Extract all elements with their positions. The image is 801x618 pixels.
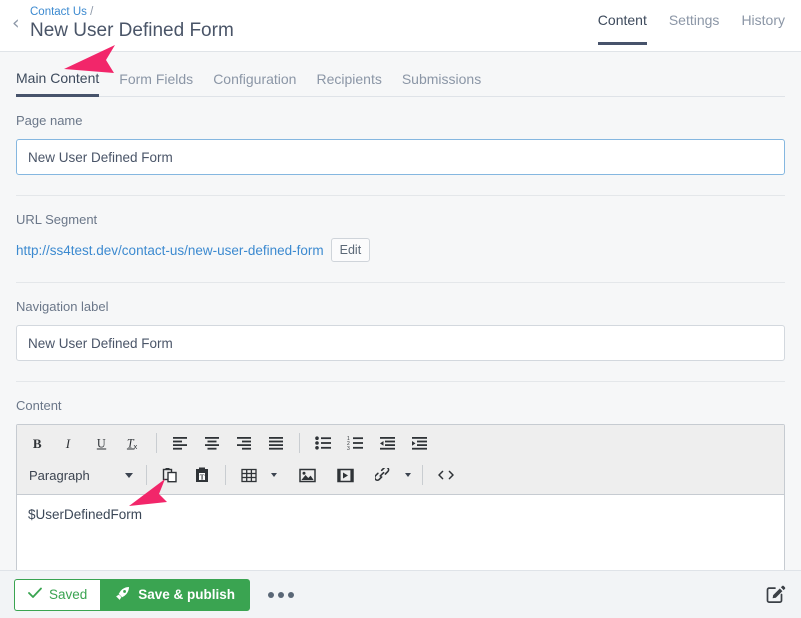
subtab-submissions[interactable]: Submissions bbox=[402, 71, 481, 97]
underline-icon[interactable]: U bbox=[85, 429, 117, 457]
align-left-icon[interactable] bbox=[164, 429, 196, 457]
toolbar-separator bbox=[156, 433, 157, 453]
align-center-icon[interactable] bbox=[196, 429, 228, 457]
sub-tabs: Main Content Form Fields Configuration R… bbox=[0, 52, 801, 97]
dot bbox=[288, 592, 294, 598]
outdent-icon[interactable] bbox=[371, 429, 403, 457]
editor-toolbar: B I U T x bbox=[17, 425, 784, 495]
subtab-main-content[interactable]: Main Content bbox=[16, 70, 99, 97]
check-icon bbox=[28, 587, 42, 602]
bottom-action-bar: Saved Save & publish bbox=[0, 570, 801, 618]
content-label: Content bbox=[16, 398, 785, 414]
save-and-publish-label: Save & publish bbox=[138, 587, 235, 602]
subtab-recipients[interactable]: Recipients bbox=[316, 71, 381, 97]
url-segment-row: http://ss4test.dev/contact-us/new-user-d… bbox=[16, 238, 785, 262]
dot bbox=[268, 592, 274, 598]
svg-text:T: T bbox=[200, 473, 205, 481]
subtab-configuration[interactable]: Configuration bbox=[213, 71, 296, 97]
breadcrumb-parent-link[interactable]: Contact Us bbox=[30, 6, 87, 18]
page-title: New User Defined Form bbox=[30, 20, 234, 42]
insert-media-icon[interactable] bbox=[329, 461, 361, 489]
more-actions-button[interactable] bbox=[268, 592, 294, 598]
page-header: ‹ Contact Us / New User Defined Form Con… bbox=[0, 0, 801, 52]
toolbar-separator bbox=[299, 433, 300, 453]
field-url-segment: URL Segment http://ss4test.dev/contact-u… bbox=[16, 196, 785, 283]
svg-text:U: U bbox=[96, 436, 105, 450]
format-select-value: Paragraph bbox=[29, 468, 90, 483]
edit-square-icon bbox=[765, 582, 787, 607]
paste-as-text-icon[interactable]: T bbox=[186, 461, 218, 489]
field-content: Content B I U T bbox=[16, 382, 785, 574]
indent-icon[interactable] bbox=[403, 429, 435, 457]
remove-format-icon[interactable]: T x bbox=[117, 429, 149, 457]
saved-button[interactable]: Saved bbox=[14, 579, 100, 611]
chevron-left-icon[interactable]: ‹ bbox=[0, 0, 30, 33]
preview-toggle-button[interactable] bbox=[765, 582, 787, 607]
url-segment-label: URL Segment bbox=[16, 212, 785, 228]
insert-link-icon[interactable] bbox=[367, 461, 399, 489]
italic-icon[interactable]: I bbox=[53, 429, 85, 457]
table-button[interactable] bbox=[233, 461, 281, 489]
page-name-label: Page name bbox=[16, 113, 785, 129]
align-justify-icon[interactable] bbox=[260, 429, 292, 457]
svg-text:3: 3 bbox=[347, 446, 350, 450]
svg-text:x: x bbox=[133, 442, 137, 451]
toolbar-separator bbox=[422, 465, 423, 485]
bold-icon[interactable]: B bbox=[21, 429, 53, 457]
page-name-input[interactable] bbox=[16, 139, 785, 175]
insert-image-icon[interactable] bbox=[291, 461, 323, 489]
bullet-list-icon[interactable] bbox=[307, 429, 339, 457]
header-title-block: Contact Us / New User Defined Form bbox=[30, 0, 234, 42]
svg-text:I: I bbox=[64, 436, 70, 451]
field-page-name: Page name bbox=[16, 97, 785, 196]
format-select[interactable]: Paragraph bbox=[21, 462, 139, 488]
breadcrumb: Contact Us / bbox=[30, 5, 234, 19]
navigation-label-label: Navigation label bbox=[16, 299, 785, 315]
editor-toolbar-row-1: B I U T x bbox=[21, 427, 780, 459]
url-edit-button[interactable]: Edit bbox=[331, 238, 371, 262]
editor-content-area[interactable]: $UserDefinedForm bbox=[17, 495, 784, 573]
field-navigation-label: Navigation label bbox=[16, 283, 785, 382]
chevron-down-icon bbox=[271, 473, 277, 477]
source-code-icon[interactable] bbox=[430, 461, 462, 489]
form-area: Page name URL Segment http://ss4test.dev… bbox=[0, 97, 801, 574]
url-segment-link[interactable]: http://ss4test.dev/contact-us/new-user-d… bbox=[16, 243, 324, 258]
tab-history[interactable]: History bbox=[741, 12, 785, 42]
align-right-icon[interactable] bbox=[228, 429, 260, 457]
navigation-label-input[interactable] bbox=[16, 325, 785, 361]
dot bbox=[278, 592, 284, 598]
table-icon[interactable] bbox=[233, 461, 265, 489]
toolbar-separator bbox=[146, 465, 147, 485]
svg-text:B: B bbox=[32, 436, 41, 451]
save-and-publish-button[interactable]: Save & publish bbox=[100, 579, 250, 611]
paste-icon[interactable] bbox=[154, 461, 186, 489]
tab-settings[interactable]: Settings bbox=[669, 12, 720, 42]
insert-link-button[interactable] bbox=[367, 461, 415, 489]
chevron-down-icon bbox=[125, 473, 133, 478]
header-tabs: Content Settings History bbox=[598, 12, 785, 45]
toolbar-separator bbox=[225, 465, 226, 485]
subtab-form-fields[interactable]: Form Fields bbox=[119, 71, 193, 97]
chevron-down-icon bbox=[405, 473, 411, 477]
rocket-icon bbox=[115, 586, 130, 604]
numbered-list-icon[interactable]: 1 2 3 bbox=[339, 429, 371, 457]
rich-text-editor: B I U T x bbox=[16, 424, 785, 574]
editor-content-text: $UserDefinedForm bbox=[28, 507, 142, 522]
editor-toolbar-row-2: Paragraph bbox=[21, 459, 780, 491]
save-button-group: Saved Save & publish bbox=[14, 579, 250, 611]
saved-button-label: Saved bbox=[49, 587, 87, 602]
breadcrumb-separator: / bbox=[87, 6, 93, 18]
tab-content[interactable]: Content bbox=[598, 12, 647, 45]
